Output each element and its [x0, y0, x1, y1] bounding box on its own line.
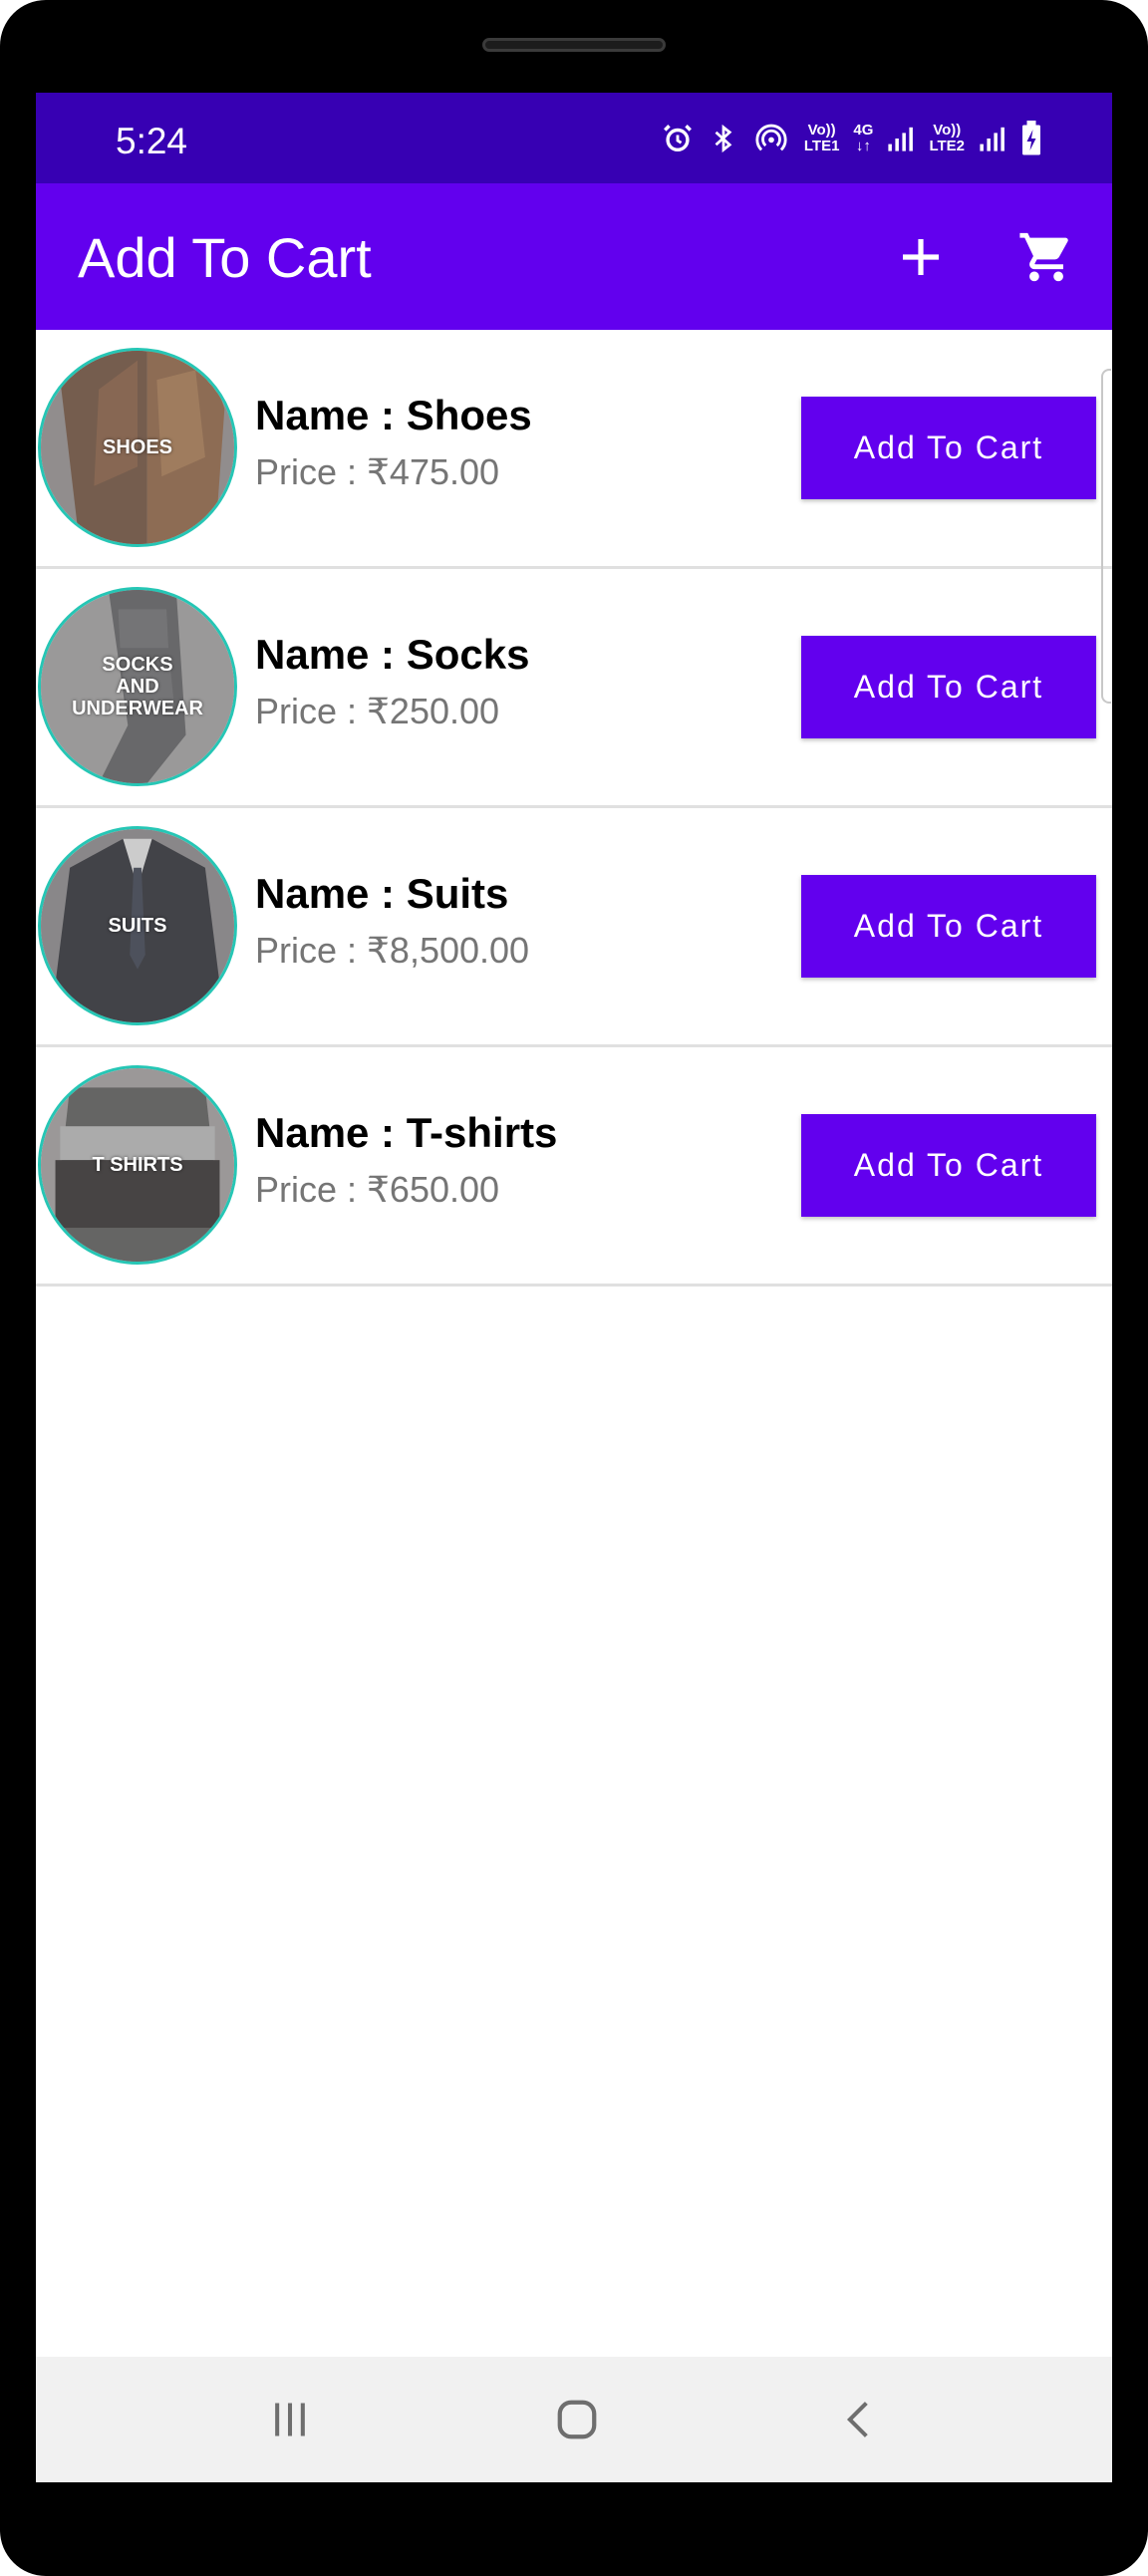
product-list: SHOES Name : Shoes Price : ₹475.00 Add T… — [36, 330, 1112, 1287]
product-image-label: SHOES — [102, 436, 173, 458]
product-name: Name : Socks — [255, 631, 530, 678]
product-image-shoes: SHOES — [38, 348, 237, 547]
product-price: Price : ₹250.00 — [255, 691, 500, 731]
app-bar-title: Add To Cart — [78, 226, 372, 289]
add-to-cart-button[interactable]: Add To Cart — [801, 397, 1096, 499]
add-to-cart-button[interactable]: Add To Cart — [801, 636, 1096, 738]
product-image-tshirts: T SHIRTS — [38, 1065, 237, 1265]
product-image-suits: SUITS — [38, 826, 237, 1025]
cart-button[interactable] — [1008, 219, 1084, 295]
status-bar: 5:24 Vo)) LTE1 4G ↓↑ Vo)) LTE2 — [36, 93, 1112, 183]
list-item: T SHIRTS Name : T-shirts Price : ₹650.00… — [36, 1047, 1112, 1287]
scrollbar[interactable] — [1101, 369, 1111, 704]
signal-icon — [887, 124, 915, 153]
back-button[interactable] — [824, 2387, 894, 2452]
sim1-volte-label: Vo)) — [807, 122, 836, 139]
product-price: Price : ₹475.00 — [255, 451, 500, 492]
product-price: Price : ₹650.00 — [255, 1169, 500, 1210]
list-item: SOCKS AND UNDERWEAR Name : Socks Price :… — [36, 569, 1112, 808]
product-name: Name : T-shirts — [255, 1109, 558, 1156]
cart-icon — [1019, 232, 1068, 282]
sim1-lte-label: LTE1 — [803, 138, 840, 154]
data-arrows-icon: ↓↑ — [855, 138, 871, 154]
product-image-label: T SHIRTS — [92, 1154, 183, 1176]
add-button[interactable] — [883, 219, 959, 295]
back-icon — [846, 2402, 868, 2437]
phone-frame: 5:24 Vo)) LTE1 4G ↓↑ Vo)) LTE2 Add To Ca… — [0, 0, 1148, 2576]
sim2-volte-label: Vo)) — [933, 122, 962, 139]
product-image-label: SOCKS AND UNDERWEAR — [72, 654, 203, 719]
add-icon — [903, 239, 939, 275]
signal-icon — [979, 124, 1006, 153]
alarm-icon — [661, 122, 695, 155]
list-item: SUITS Name : Suits Price : ₹8,500.00 Add… — [36, 808, 1112, 1047]
sim2-lte-label: LTE2 — [929, 138, 965, 154]
recents-button[interactable] — [255, 2387, 325, 2452]
volte-lte1-icon: Vo)) LTE1 — [804, 123, 840, 154]
volte-lte2-icon: Vo)) LTE2 — [929, 123, 965, 154]
recents-icon — [275, 2403, 305, 2436]
home-icon — [557, 2400, 597, 2439]
app-bar: Add To Cart — [36, 183, 1112, 330]
status-time: 5:24 — [116, 121, 188, 161]
app-screen: 5:24 Vo)) LTE1 4G ↓↑ Vo)) LTE2 Add To Ca… — [36, 93, 1112, 2482]
add-to-cart-button[interactable]: Add To Cart — [801, 1114, 1096, 1217]
product-name: Name : Suits — [255, 870, 509, 917]
product-name: Name : Shoes — [255, 392, 532, 438]
product-image-socks: SOCKS AND UNDERWEAR — [38, 587, 237, 786]
list-item: SHOES Name : Shoes Price : ₹475.00 Add T… — [36, 330, 1112, 569]
system-nav-bar — [36, 2357, 1112, 2482]
product-price: Price : ₹8,500.00 — [255, 930, 530, 971]
4g-data-icon: 4G ↓↑ — [853, 123, 873, 154]
home-button[interactable] — [542, 2387, 612, 2452]
earpiece-speaker — [482, 38, 666, 52]
add-to-cart-button[interactable]: Add To Cart — [801, 875, 1096, 978]
status-icons: Vo)) LTE1 4G ↓↑ Vo)) LTE2 — [661, 115, 1042, 162]
product-image-label: SUITS — [108, 915, 167, 937]
hotspot-icon — [752, 122, 790, 155]
battery-charging-icon — [1020, 121, 1042, 156]
bluetooth-icon — [709, 122, 738, 155]
data-type-label: 4G — [853, 122, 874, 139]
